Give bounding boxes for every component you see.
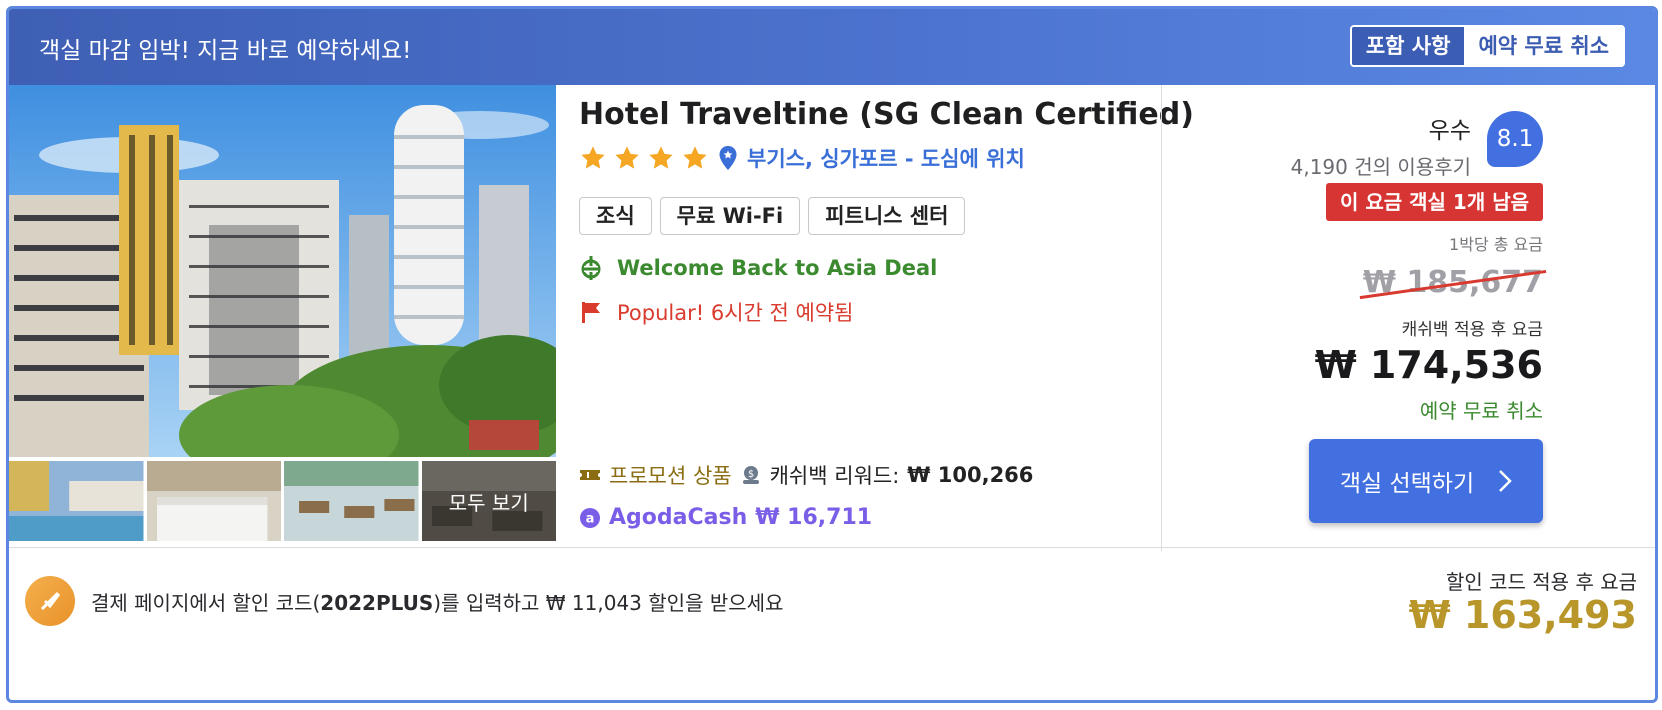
deal-row: Welcome Back to Asia Deal <box>579 255 937 281</box>
see-all-photos[interactable]: 모두 보기 <box>421 461 556 541</box>
banner-text: 객실 마감 임박! 지금 바로 예약하세요! <box>39 38 412 64</box>
rating-location-row: 부기스, 싱가포르 - 도심에 위치 <box>579 143 1025 173</box>
photo-thumbnails: 모두 보기 <box>9 461 556 541</box>
included-tag: 포함 사항 예약 무료 취소 <box>1349 25 1625 67</box>
after-code-label: 할인 코드 적용 후 요금 <box>1445 570 1637 594</box>
original-price: ₩ 185,677 <box>1362 265 1543 300</box>
ticket-icon <box>580 470 600 480</box>
hotel-location-link[interactable]: 부기스, 싱가포르 - 도심에 위치 <box>747 143 1025 173</box>
agodacash-label: AgodaCash <box>609 505 748 530</box>
svg-text:$: $ <box>747 469 753 480</box>
after-cashback-label: 캐쉬백 적용 후 요금 <box>1401 320 1543 340</box>
rooms-left-badge: 이 요금 객실 1개 남음 <box>1326 183 1543 221</box>
thumbnail-see-all[interactable]: 모두 보기 <box>421 461 556 541</box>
location-pin-icon <box>719 146 737 170</box>
star-icon <box>649 146 673 169</box>
hotel-main-photo[interactable] <box>9 85 556 457</box>
cashback-icon: $ <box>742 466 759 484</box>
hotel-card[interactable]: 객실 마감 임박! 지금 바로 예약하세요! 포함 사항 예약 무료 취소 모두… <box>6 6 1658 703</box>
thumbnail-pool[interactable] <box>9 461 144 541</box>
final-price: ₩ 174,536 <box>1314 343 1543 387</box>
cashback-value: ₩ 100,266 <box>907 463 1034 487</box>
amenity-chip: 조식 <box>579 197 652 235</box>
per-night-label: 1박당 총 요금 <box>1449 235 1543 254</box>
cashback-label: 캐쉬백 리워드: <box>769 464 900 488</box>
coupon-text-before: 결제 페이지에서 할인 코드( <box>91 591 321 615</box>
popular-text: Popular! 6시간 전 예약됨 <box>617 301 854 325</box>
star-icon <box>683 146 707 169</box>
promo-row: 프로모션 상품 $ 캐쉬백 리워드: ₩ 100,266 <box>579 460 1033 490</box>
after-code-price: ₩ 163,493 <box>1408 593 1637 637</box>
coupon-text-after: )를 입력하고 ₩ 11,043 할인을 받으세요 <box>433 591 784 615</box>
amenity-chips: 조식 무료 Wi-Fi 피트니스 센터 <box>579 197 966 235</box>
hotel-info: Hotel Traveltine (SG Clean Certified) 부기… <box>579 85 1239 555</box>
thumbnail-room[interactable] <box>146 461 281 541</box>
amenity-chip: 무료 Wi-Fi <box>659 197 801 235</box>
column-divider <box>1161 85 1162 551</box>
agodacash-row: a AgodaCash ₩ 16,711 <box>579 505 872 530</box>
chevron-right-icon <box>1499 470 1512 492</box>
free-cancel-text: 예약 무료 취소 <box>1419 399 1543 423</box>
star-icon <box>581 146 605 169</box>
hotel-name[interactable]: Hotel Traveltine (SG Clean Certified) <box>579 97 1194 132</box>
included-tag-value: 예약 무료 취소 <box>1464 27 1623 65</box>
rating-score-badge[interactable]: 8.1 <box>1487 111 1543 167</box>
deal-icon <box>581 256 601 280</box>
rating-label: 우수 <box>1428 118 1471 144</box>
deal-text: Welcome Back to Asia Deal <box>617 256 938 280</box>
flag-icon <box>582 302 600 323</box>
included-tag-label: 포함 사항 <box>1351 27 1465 65</box>
select-room-label: 객실 선택하기 <box>1339 471 1475 497</box>
coupon-text: 결제 페이지에서 할인 코드(2022PLUS)를 입력하고 ₩ 11,043 … <box>91 587 783 616</box>
urgency-banner: 객실 마감 임박! 지금 바로 예약하세요! 포함 사항 예약 무료 취소 <box>9 9 1655 85</box>
popular-row: Popular! 6시간 전 예약됨 <box>579 297 853 327</box>
agoda-icon: a <box>580 507 600 528</box>
pricing-panel: 우수 8.1 4,190 건의 이용후기 이 요금 객실 1개 남음 1박당 총… <box>1169 85 1543 551</box>
select-room-button[interactable]: 객실 선택하기 <box>1309 439 1543 523</box>
promo-label: 프로모션 상품 <box>609 464 732 488</box>
star-icon <box>615 146 639 169</box>
review-count-link[interactable]: 4,190 건의 이용후기 <box>1291 151 1471 180</box>
amenity-chip: 피트니스 센터 <box>808 197 966 235</box>
coupon-icon <box>25 576 75 626</box>
thumbnail-restaurant[interactable] <box>284 461 419 541</box>
svg-text:a: a <box>586 511 595 526</box>
agodacash-value: ₩ 16,711 <box>755 505 873 530</box>
coupon-code: 2022PLUS <box>320 591 434 615</box>
